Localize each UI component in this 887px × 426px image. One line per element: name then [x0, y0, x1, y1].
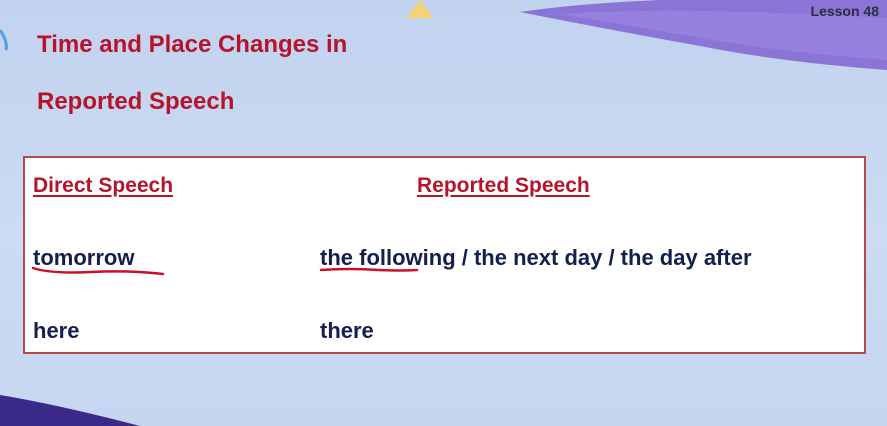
- direct-cell-row-2: here: [33, 318, 80, 343]
- reported-cell-row-2: there: [320, 318, 374, 343]
- handwritten-underline-tomorrow: [31, 266, 165, 276]
- column-header-reported-speech: Reported Speech: [417, 174, 590, 197]
- lesson-number: Lesson 48: [810, 3, 879, 19]
- column-header-direct-speech: Direct Speech: [33, 174, 174, 197]
- handwritten-underline-the-following: [319, 267, 419, 272]
- page-title-line-1: Time and Place Changes in: [37, 31, 348, 58]
- page-title-line-2: Reported Speech: [37, 88, 235, 115]
- speech-changes-table: Direct Speech Reported Speech tomorrow t…: [23, 156, 866, 354]
